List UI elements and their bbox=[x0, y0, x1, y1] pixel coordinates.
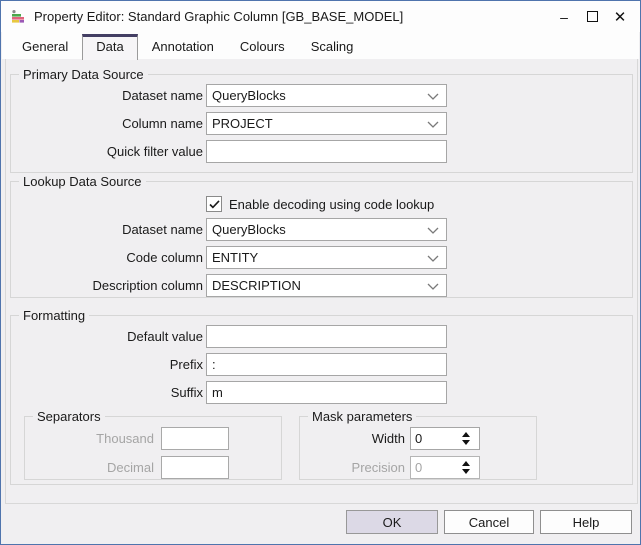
input-value: : bbox=[212, 357, 216, 372]
formatting-sub-groups: Separators Thousand Decimal bbox=[24, 409, 632, 480]
width-row: Width 0 bbox=[308, 427, 536, 450]
mask-parameters-group: Mask parameters Width 0 Precision bbox=[299, 409, 537, 480]
decimal-input[interactable] bbox=[161, 456, 229, 479]
prefix-label: Prefix bbox=[19, 357, 203, 372]
quick-filter-row: Quick filter value bbox=[19, 140, 632, 163]
help-button[interactable]: Help bbox=[540, 510, 632, 534]
code-column-combobox[interactable]: ENTITY bbox=[206, 246, 447, 269]
tab-colours[interactable]: Colours bbox=[227, 35, 298, 59]
suffix-input[interactable]: m bbox=[206, 381, 447, 404]
lookup-dataset-label: Dataset name bbox=[19, 222, 203, 237]
combobox-value: DESCRIPTION bbox=[212, 278, 301, 293]
input-value: m bbox=[212, 385, 223, 400]
close-button[interactable]: ✕ bbox=[606, 3, 634, 31]
default-value-label: Default value bbox=[19, 329, 203, 344]
dataset-name-label: Dataset name bbox=[19, 88, 203, 103]
window-title: Property Editor: Standard Graphic Column… bbox=[34, 9, 403, 24]
window-controls: – ✕ bbox=[550, 3, 634, 31]
width-label: Width bbox=[308, 431, 405, 446]
dataset-name-combobox[interactable]: QueryBlocks bbox=[206, 84, 447, 107]
quick-filter-label: Quick filter value bbox=[19, 144, 203, 159]
property-editor-dialog: Property Editor: Standard Graphic Column… bbox=[0, 0, 641, 545]
chevron-down-icon bbox=[427, 93, 439, 101]
ok-button[interactable]: OK bbox=[346, 510, 438, 534]
tab-scaling[interactable]: Scaling bbox=[298, 35, 367, 59]
thousand-label: Thousand bbox=[33, 431, 154, 446]
combobox-value: PROJECT bbox=[212, 116, 273, 131]
formatting-group: Formatting Default value Prefix : Suffix… bbox=[10, 308, 633, 485]
spin-down-icon bbox=[462, 469, 470, 474]
code-column-row: Code column ENTITY bbox=[19, 246, 632, 269]
tab-general[interactable]: General bbox=[9, 35, 81, 59]
width-spinner[interactable]: 0 bbox=[410, 427, 480, 450]
group-title: Separators bbox=[33, 409, 105, 424]
titlebar: Property Editor: Standard Graphic Column… bbox=[1, 1, 640, 32]
suffix-row: Suffix m bbox=[19, 381, 632, 404]
suffix-label: Suffix bbox=[19, 385, 203, 400]
quick-filter-input[interactable] bbox=[206, 140, 447, 163]
group-title: Primary Data Source bbox=[19, 67, 148, 82]
maximize-button[interactable] bbox=[578, 3, 606, 31]
separators-group: Separators Thousand Decimal bbox=[24, 409, 282, 480]
enable-decoding-checkbox[interactable] bbox=[206, 196, 222, 212]
checkmark-icon bbox=[209, 200, 220, 209]
decimal-label: Decimal bbox=[33, 460, 154, 475]
enable-decoding-row: Enable decoding using code lookup bbox=[206, 194, 632, 214]
chevron-down-icon bbox=[427, 283, 439, 291]
maximize-icon bbox=[587, 11, 598, 22]
lookup-data-source-group: Lookup Data Source Enable decoding using… bbox=[10, 174, 633, 298]
prefix-input[interactable]: : bbox=[206, 353, 447, 376]
dialog-buttons: OK Cancel Help bbox=[346, 510, 632, 534]
chevron-down-icon bbox=[427, 121, 439, 129]
combobox-value: QueryBlocks bbox=[212, 88, 286, 103]
spin-down-icon[interactable] bbox=[462, 440, 470, 445]
combobox-value: ENTITY bbox=[212, 250, 258, 265]
lookup-dataset-combobox[interactable]: QueryBlocks bbox=[206, 218, 447, 241]
chevron-down-icon bbox=[427, 227, 439, 235]
precision-row: Precision 0 bbox=[308, 456, 536, 479]
enable-decoding-label: Enable decoding using code lookup bbox=[229, 197, 434, 212]
dataset-name-row: Dataset name QueryBlocks bbox=[19, 84, 632, 107]
group-title: Mask parameters bbox=[308, 409, 416, 424]
column-name-label: Column name bbox=[19, 116, 203, 131]
lookup-dataset-row: Dataset name QueryBlocks bbox=[19, 218, 632, 241]
precision-spinner: 0 bbox=[410, 456, 480, 479]
precision-label: Precision bbox=[308, 460, 405, 475]
tabstrip: General Data Annotation Colours Scaling bbox=[2, 32, 639, 59]
column-name-combobox[interactable]: PROJECT bbox=[206, 112, 447, 135]
app-icon bbox=[10, 9, 26, 25]
spinner-arrows bbox=[462, 457, 470, 478]
minimize-button[interactable]: – bbox=[550, 3, 578, 31]
thousand-row: Thousand bbox=[33, 427, 281, 450]
group-title: Formatting bbox=[19, 308, 89, 323]
spin-up-icon bbox=[462, 461, 470, 466]
description-column-combobox[interactable]: DESCRIPTION bbox=[206, 274, 447, 297]
primary-data-source-group: Primary Data Source Dataset name QueryBl… bbox=[10, 67, 633, 173]
minimize-icon: – bbox=[560, 9, 568, 25]
tab-data[interactable]: Data bbox=[82, 34, 137, 60]
description-column-label: Description column bbox=[19, 278, 203, 293]
spinner-arrows bbox=[462, 428, 470, 449]
thousand-input[interactable] bbox=[161, 427, 229, 450]
prefix-row: Prefix : bbox=[19, 353, 632, 376]
data-tab-page: Primary Data Source Dataset name QueryBl… bbox=[5, 58, 638, 504]
cancel-button[interactable]: Cancel bbox=[444, 510, 534, 534]
code-column-label: Code column bbox=[19, 250, 203, 265]
column-name-row: Column name PROJECT bbox=[19, 112, 632, 135]
decimal-row: Decimal bbox=[33, 456, 281, 479]
spinner-value: 0 bbox=[415, 431, 422, 446]
spin-up-icon[interactable] bbox=[462, 432, 470, 437]
default-value-row: Default value bbox=[19, 325, 632, 348]
tab-annotation[interactable]: Annotation bbox=[139, 35, 227, 59]
chevron-down-icon bbox=[427, 255, 439, 263]
group-title: Lookup Data Source bbox=[19, 174, 146, 189]
close-icon: ✕ bbox=[614, 8, 627, 26]
description-column-row: Description column DESCRIPTION bbox=[19, 274, 632, 297]
default-value-input[interactable] bbox=[206, 325, 447, 348]
spinner-value: 0 bbox=[415, 460, 422, 475]
combobox-value: QueryBlocks bbox=[212, 222, 286, 237]
